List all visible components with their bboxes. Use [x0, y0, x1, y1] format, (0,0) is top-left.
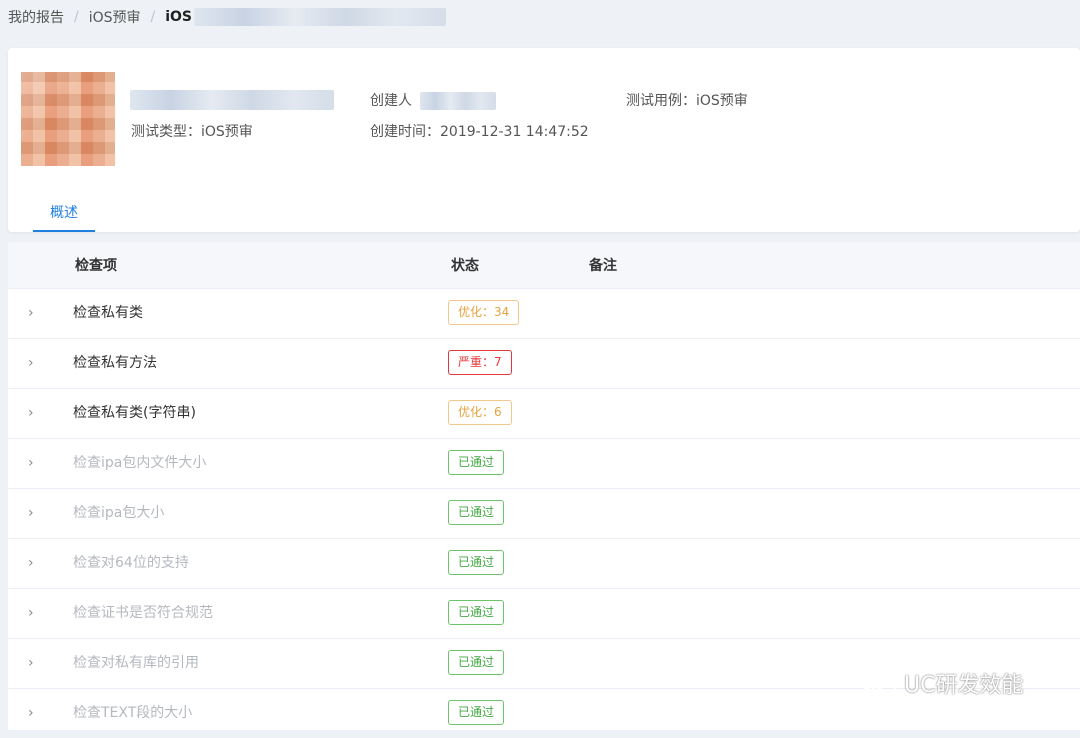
active-tab-indicator: [33, 230, 95, 232]
check-item-name: 检查对64位的支持: [73, 555, 189, 571]
breadcrumb-separator: /: [150, 9, 156, 25]
status-badge: 优化：6: [448, 400, 512, 425]
status-badge: 已通过: [448, 500, 505, 525]
redacted-text: [194, 8, 447, 26]
check-item-name: 检查私有类(字符串): [73, 405, 196, 421]
check-item-name: 检查私有方法: [73, 355, 157, 371]
creator-label: 创建人: [370, 93, 412, 109]
table-row[interactable]: › 检查私有方法 严重：7: [8, 338, 1080, 388]
watermark: UC研发效能: [858, 665, 1023, 701]
check-item-name: 检查私有类: [73, 305, 143, 321]
table-row[interactable]: › 检查ipa包大小 已通过: [8, 488, 1080, 538]
column-header-item: 检查项: [75, 258, 117, 274]
check-item-name: 检查ipa包大小: [73, 505, 165, 521]
report-header-card: 创建人 测试用例：iOS预审 测试类型：iOS预审 创建时间：2019-12-3…: [8, 48, 1080, 232]
table-row[interactable]: › 检查对64位的支持 已通过: [8, 538, 1080, 588]
created-time-field: 创建时间：2019-12-31 14:47:52: [370, 124, 589, 140]
chevron-right-icon[interactable]: ›: [28, 703, 42, 723]
table-row[interactable]: › 检查ipa包内文件大小 已通过: [8, 438, 1080, 488]
table-row[interactable]: › 检查私有类(字符串) 优化：6: [8, 388, 1080, 438]
chevron-right-icon[interactable]: ›: [28, 453, 42, 473]
redacted-report-name: [130, 90, 334, 110]
check-item-name: 检查对私有库的引用: [73, 655, 199, 671]
table-row[interactable]: › 检查证书是否符合规范 已通过: [8, 588, 1080, 638]
chevron-right-icon[interactable]: ›: [28, 403, 42, 423]
status-badge: 已通过: [448, 600, 505, 625]
status-badge: 优化：34: [448, 300, 520, 325]
breadcrumb: 我的报告 / iOS预审 / iOS: [0, 0, 1080, 34]
chevron-right-icon[interactable]: ›: [28, 553, 42, 573]
table-header: 检查项 状态 备注: [8, 242, 1080, 288]
chevron-right-icon[interactable]: ›: [28, 603, 42, 623]
test-type-field: 测试类型：iOS预审: [131, 124, 253, 140]
check-items-table: 检查项 状态 备注 › 检查私有类 优化：34 › 检查私有方法 严重：7 › …: [8, 242, 1080, 730]
breadcrumb-separator: /: [74, 9, 79, 25]
column-header-status: 状态: [451, 258, 479, 274]
status-badge: 已通过: [448, 550, 505, 575]
status-badge: 严重：7: [448, 350, 512, 375]
status-badge: 已通过: [448, 650, 505, 675]
watermark-text: UC研发效能: [904, 673, 1024, 698]
wechat-icon: [859, 669, 896, 697]
chevron-right-icon[interactable]: ›: [28, 503, 42, 523]
breadcrumb-my-reports[interactable]: 我的报告: [8, 7, 64, 27]
breadcrumb-current: iOS: [165, 9, 193, 25]
check-item-name: 检查ipa包内文件大小: [73, 455, 207, 471]
table-row[interactable]: › 检查私有类 优化：34: [8, 288, 1080, 338]
tab-overview-label: 概述: [50, 205, 78, 221]
creator-field: 创建人: [370, 90, 496, 110]
chevron-right-icon[interactable]: ›: [28, 303, 42, 323]
check-item-name: 检查证书是否符合规范: [73, 605, 213, 621]
breadcrumb-ios-review[interactable]: iOS预审: [89, 7, 141, 27]
column-header-note: 备注: [589, 258, 617, 274]
status-badge: 已通过: [448, 700, 505, 725]
redacted-creator: [420, 92, 496, 110]
check-item-name: 检查TEXT段的大小: [73, 705, 193, 721]
chevron-right-icon[interactable]: ›: [28, 653, 42, 673]
avatar: [21, 72, 115, 166]
tab-overview[interactable]: 概述: [33, 202, 95, 232]
status-badge: 已通过: [448, 450, 505, 475]
test-case-field: 测试用例：iOS预审: [626, 93, 748, 109]
chevron-right-icon[interactable]: ›: [28, 353, 42, 373]
